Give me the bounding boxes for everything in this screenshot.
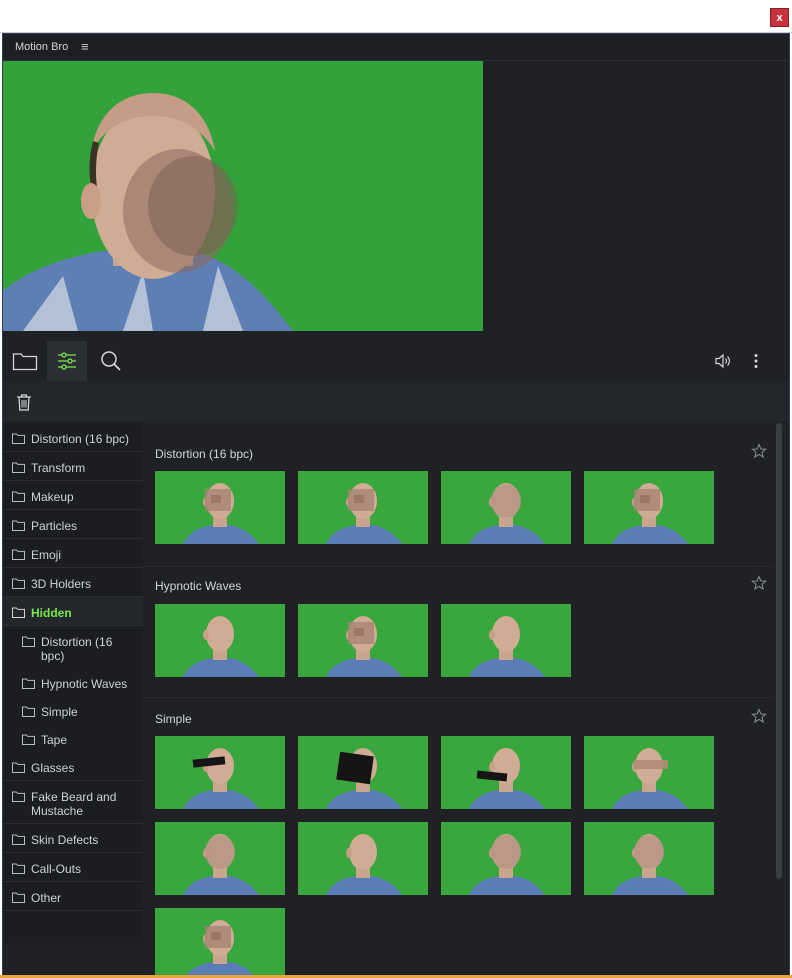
sidebar-item-label: Skin Defects (31, 833, 99, 847)
category-sidebar: Distortion (16 bpc) Transform Makeup Partic… (3, 423, 143, 943)
preset-thumbnail[interactable] (155, 471, 285, 544)
folder-icon (22, 734, 35, 745)
sidebar-item-label: Distortion (16 bpc) (31, 432, 130, 446)
main-toolbar (3, 341, 789, 381)
sliders-icon[interactable] (47, 341, 87, 381)
preset-thumbnail[interactable] (584, 736, 714, 809)
sidebar-item-label: Emoji (31, 548, 62, 562)
sidebar-subitem[interactable]: Tape (3, 724, 143, 752)
sidebar-item-label: Tape (41, 733, 68, 747)
sidebar-item[interactable]: Hidden (3, 597, 143, 626)
preset-thumbnail[interactable] (155, 604, 285, 677)
sidebar-item-label: Other (31, 891, 62, 905)
sidebar-item[interactable]: Skin Defects (3, 824, 143, 853)
preset-thumbnail[interactable] (298, 604, 428, 677)
preset-thumbnail[interactable] (441, 822, 571, 895)
preset-thumbnail[interactable] (298, 471, 428, 544)
motion-bro-panel: Motion Bro ≡ Distortion (16 bpc) Transfo… (2, 33, 790, 976)
preset-section: Distortion (16 bpc) (143, 423, 773, 567)
speaker-icon[interactable] (705, 341, 741, 381)
panel-menu-icon[interactable]: ≡ (81, 39, 89, 54)
folder-icon (22, 678, 35, 689)
more-vertical-icon[interactable] (741, 341, 771, 381)
preset-thumbnail[interactable] (155, 736, 285, 809)
sidebar-item-label: Makeup (31, 490, 74, 504)
star-icon[interactable] (751, 443, 767, 459)
panel-title: Motion Bro (15, 41, 69, 53)
folder-icon (12, 607, 25, 618)
content-scrollbar[interactable] (776, 423, 782, 879)
sidebar-item[interactable]: Particles (3, 510, 143, 539)
star-icon[interactable] (751, 708, 767, 724)
sidebar-item-label: 3D Holders (31, 577, 92, 591)
sidebar-subitem[interactable]: Distortion (16 bpc) (3, 626, 143, 668)
sub-toolbar (3, 381, 789, 421)
preset-content: Distortion (16 bpc) Hypnotic Waves Simpl… (143, 423, 773, 975)
preset-section: Simple (143, 698, 773, 975)
preset-thumbnail[interactable] (584, 471, 714, 544)
preset-thumbnail[interactable] (155, 908, 285, 975)
sidebar-item-label: Hidden (31, 606, 72, 620)
sidebar-item-label: Particles (31, 519, 78, 533)
sidebar-item-label: Fake Beard and Mustache (31, 790, 117, 818)
preset-thumbnail[interactable] (298, 736, 428, 809)
folder-icon (12, 462, 25, 473)
sidebar-item[interactable]: Fake Beard and Mustache (3, 781, 143, 824)
sidebar-subitem[interactable]: Hypnotic Waves (3, 668, 143, 696)
preset-thumbnail[interactable] (441, 604, 571, 677)
section-title: Distortion (16 bpc) (155, 447, 254, 461)
search-icon[interactable] (91, 341, 131, 381)
preset-thumbnail[interactable] (441, 736, 571, 809)
folder-icon (12, 863, 25, 874)
folder-icon (22, 706, 35, 717)
sidebar-item-label: Glasses (31, 761, 75, 775)
folder-icon (12, 433, 25, 444)
sidebar-item[interactable]: Distortion (16 bpc) (3, 423, 143, 452)
sidebar-item[interactable]: Emoji (3, 539, 143, 568)
section-title: Hypnotic Waves (155, 579, 242, 593)
folder-icon (12, 762, 25, 773)
folder-icon (12, 892, 25, 903)
folder-icon (12, 520, 25, 531)
preset-thumbnail[interactable] (584, 822, 714, 895)
sidebar-item-label: Hypnotic Waves (41, 677, 128, 691)
folder-icon (12, 491, 25, 502)
folder-icon (12, 549, 25, 560)
trash-icon[interactable] (13, 391, 35, 413)
sidebar-item[interactable]: Makeup (3, 481, 143, 510)
sidebar-item-label: Simple (41, 705, 78, 719)
sidebar-item[interactable]: Transform (3, 452, 143, 481)
preset-thumbnail[interactable] (155, 822, 285, 895)
sidebar-item[interactable]: Other (3, 882, 143, 911)
preset-thumbnail[interactable] (441, 471, 571, 544)
panel-header: Motion Bro ≡ (3, 34, 789, 61)
section-title: Simple (155, 712, 192, 726)
preview-video (3, 61, 483, 331)
star-icon[interactable] (751, 575, 767, 591)
sidebar-item[interactable]: 3D Holders (3, 568, 143, 597)
preset-section: Hypnotic Waves (143, 567, 773, 698)
sidebar-item-label: Distortion (16 bpc) (41, 635, 113, 663)
folder-icon (12, 834, 25, 845)
window-titlebar: x (0, 0, 792, 33)
preview-image (3, 61, 483, 331)
sidebar-item-label: Transform (31, 461, 86, 475)
sidebar-item[interactable]: Glasses (3, 752, 143, 781)
sidebar-subitem[interactable]: Simple (3, 696, 143, 724)
sidebar-item-label: Call-Outs (31, 862, 82, 876)
folder-icon (22, 636, 35, 647)
close-button[interactable]: x (770, 8, 789, 27)
folder-icon (12, 791, 25, 802)
preset-thumbnail[interactable] (298, 822, 428, 895)
preview-area (3, 61, 789, 331)
folder-icon[interactable] (5, 341, 45, 381)
folder-icon (12, 578, 25, 589)
sidebar-item[interactable]: Call-Outs (3, 853, 143, 882)
